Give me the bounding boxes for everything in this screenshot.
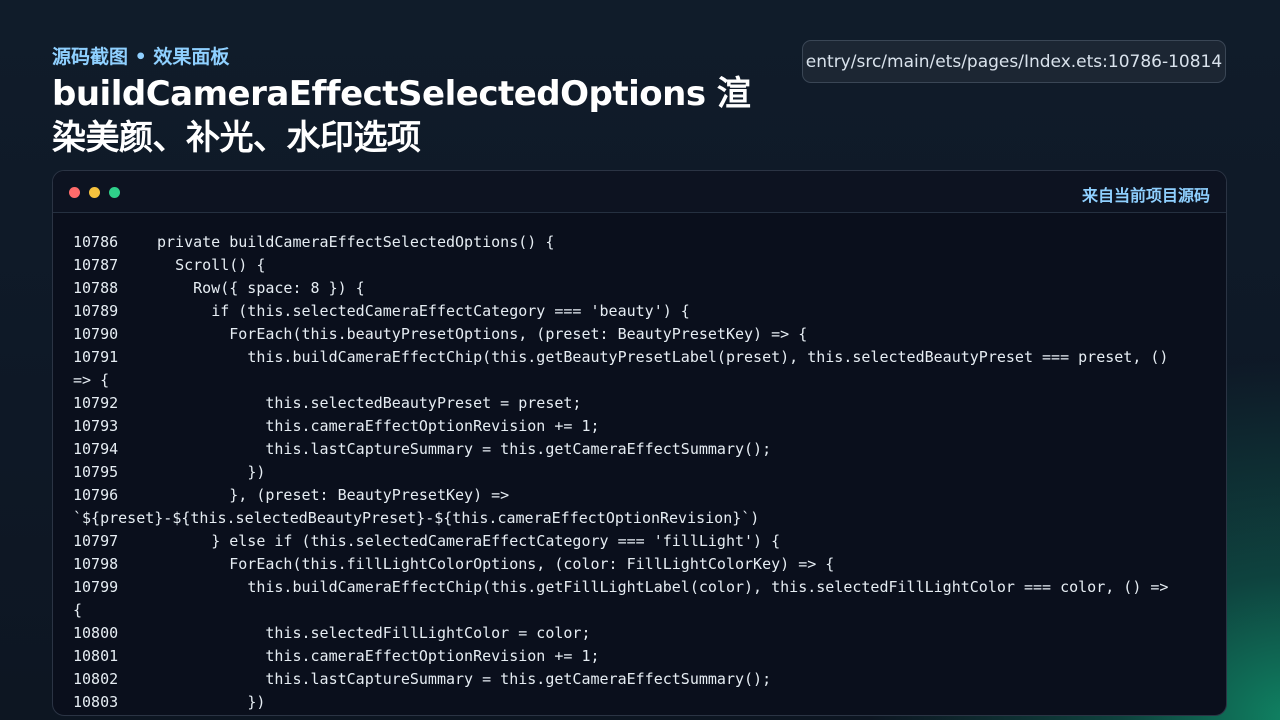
line-number: 10788 (73, 279, 119, 297)
code-line-wrap: { (73, 599, 1212, 622)
line-number: 10801 (73, 647, 119, 665)
line-source-wrap: => { (73, 371, 110, 389)
header-kicker: 源码截图 • 效果面板 (52, 46, 230, 68)
code-line: 10796 }, (preset: BeautyPresetKey) => (73, 484, 1212, 507)
line-number: 10792 (73, 394, 119, 412)
file-path-badge: entry/src/main/ets/pages/Index.ets:10786… (802, 40, 1226, 83)
line-source: this.cameraEffectOptionRevision += 1; (157, 647, 600, 665)
source-label: 来自当前项目源码 (1081, 186, 1210, 205)
line-source: this.lastCaptureSummary = this.getCamera… (157, 440, 772, 458)
line-source: ForEach(this.beautyPresetOptions, (prese… (157, 325, 808, 343)
line-source-wrap: `${preset}-${this.selectedBeautyPreset}-… (73, 509, 760, 527)
code-line: 10799 this.buildCameraEffectChip(this.ge… (73, 576, 1212, 599)
line-number: 10796 (73, 486, 119, 504)
line-source: Scroll() { (157, 256, 266, 274)
code-line: 10802 this.lastCaptureSummary = this.get… (73, 668, 1212, 691)
page-title: buildCameraEffectSelectedOptions 渲染美颜、补光… (52, 74, 751, 158)
line-source: this.selectedFillLightColor = color; (157, 624, 591, 642)
line-source: private buildCameraEffectSelectedOptions… (157, 233, 555, 251)
line-source: this.buildCameraEffectChip(this.getFillL… (157, 578, 1169, 596)
code-window: 来自当前项目源码 10786 private buildCameraEffectS… (52, 170, 1227, 716)
line-source: }) (157, 693, 266, 711)
line-source: this.selectedBeautyPreset = preset; (157, 394, 582, 412)
line-number: 10799 (73, 578, 119, 596)
minimize-dot-icon (89, 187, 100, 198)
code-line: 10792 this.selectedBeautyPreset = preset… (73, 392, 1212, 415)
code-line: 10790 ForEach(this.beautyPresetOptions, … (73, 323, 1212, 346)
line-source-wrap: { (73, 601, 83, 619)
line-source: if (this.selectedCameraEffectCategory ==… (157, 302, 690, 320)
line-number: 10795 (73, 463, 119, 481)
line-number: 10787 (73, 256, 119, 274)
window-titlebar: 来自当前项目源码 (53, 171, 1226, 213)
code-line-wrap: => { (73, 369, 1212, 392)
code-line: 10787 Scroll() { (73, 254, 1212, 277)
maximize-dot-icon (109, 187, 120, 198)
line-number: 10786 (73, 233, 119, 251)
code-line-wrap: `${preset}-${this.selectedBeautyPreset}-… (73, 507, 1212, 530)
code-line: 10795 }) (73, 461, 1212, 484)
code-line: 10800 this.selectedFillLightColor = colo… (73, 622, 1212, 645)
line-number: 10790 (73, 325, 119, 343)
line-number: 10800 (73, 624, 119, 642)
line-number: 10791 (73, 348, 119, 366)
line-source: } else if (this.selectedCameraEffectCate… (157, 532, 781, 550)
code-line: 10798 ForEach(this.fillLightColorOptions… (73, 553, 1212, 576)
line-number: 10802 (73, 670, 119, 688)
code-line: 10803 }) (73, 691, 1212, 714)
line-source: ForEach(this.fillLightColorOptions, (col… (157, 555, 835, 573)
line-source: this.cameraEffectOptionRevision += 1; (157, 417, 600, 435)
line-source: Row({ space: 8 }) { (157, 279, 365, 297)
code-line: 10791 this.buildCameraEffectChip(this.ge… (73, 346, 1212, 369)
code-line: 10789 if (this.selectedCameraEffectCateg… (73, 300, 1212, 323)
code-line: 10801 this.cameraEffectOptionRevision +=… (73, 645, 1212, 668)
line-number: 10794 (73, 440, 119, 458)
close-dot-icon (69, 187, 80, 198)
line-number: 10789 (73, 302, 119, 320)
line-source: }) (157, 463, 266, 481)
line-source: this.lastCaptureSummary = this.getCamera… (157, 670, 772, 688)
line-number: 10797 (73, 532, 119, 550)
line-number: 10798 (73, 555, 119, 573)
line-source: this.buildCameraEffectChip(this.getBeaut… (157, 348, 1169, 366)
code-line: 10788 Row({ space: 8 }) { (73, 277, 1212, 300)
code-line: 10797 } else if (this.selectedCameraEffe… (73, 530, 1212, 553)
code-listing: 10786 private buildCameraEffectSelectedOp… (73, 231, 1212, 714)
code-line: 10793 this.cameraEffectOptionRevision +=… (73, 415, 1212, 438)
code-line: 10794 this.lastCaptureSummary = this.get… (73, 438, 1212, 461)
line-number: 10803 (73, 693, 119, 711)
line-source: }, (preset: BeautyPresetKey) => (157, 486, 510, 504)
line-number: 10793 (73, 417, 119, 435)
code-line: 10786 private buildCameraEffectSelectedOp… (73, 231, 1212, 254)
